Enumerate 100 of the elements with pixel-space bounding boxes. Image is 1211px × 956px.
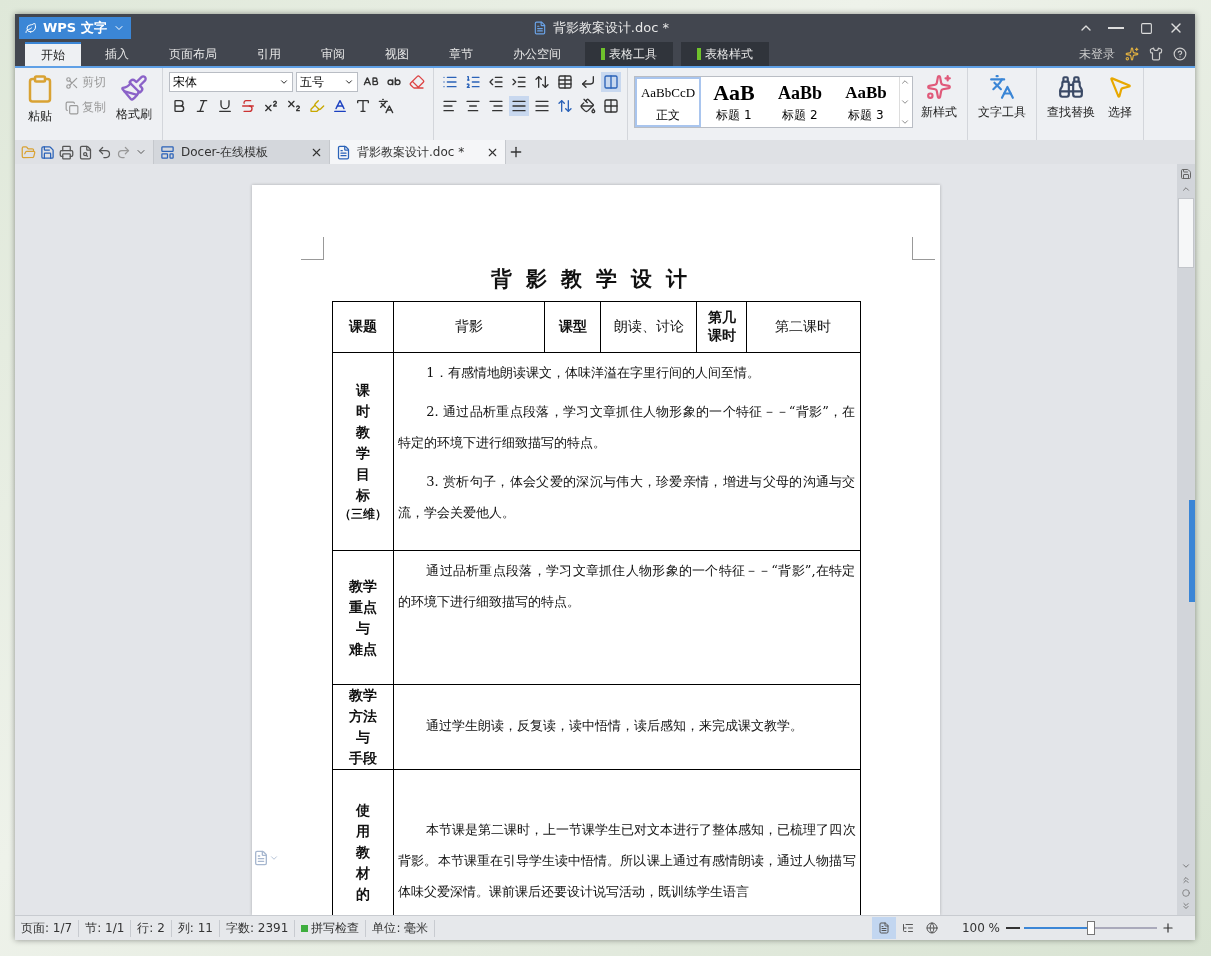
select-button[interactable]: 选择 bbox=[1103, 72, 1137, 123]
table-icon bbox=[557, 74, 573, 90]
align-right-icon bbox=[488, 98, 504, 114]
italic-icon bbox=[194, 98, 210, 114]
template-icon bbox=[160, 144, 175, 160]
style-preset[interactable]: AaBbCcD 正文 bbox=[635, 77, 701, 127]
find-replace-button[interactable]: 查找替换 bbox=[1043, 72, 1099, 123]
menu-tab[interactable]: 表格工具 bbox=[585, 42, 673, 66]
menu-tab[interactable]: 办公空间 bbox=[497, 42, 577, 66]
subscript-icon bbox=[286, 98, 302, 114]
font-name-field[interactable]: 宋体 bbox=[169, 72, 293, 92]
open-icon bbox=[21, 144, 36, 160]
numbered-list-icon bbox=[465, 74, 481, 90]
borders-icon[interactable] bbox=[601, 96, 621, 116]
format-painter-button[interactable]: 格式刷 bbox=[112, 72, 156, 125]
table-cell: 通过学生朗读，反复读，读中悟情，读后感知，来完成课文教学。 bbox=[393, 684, 860, 770]
scroll-down-icon bbox=[1181, 861, 1191, 871]
browse-object-icon bbox=[1182, 889, 1190, 897]
copy-icon bbox=[65, 100, 79, 115]
table-cell: 通过品析重点段落，学习文章抓住人物形象的一个特征－－“背影”,在特定的环境下进行细致描写的特点。 bbox=[393, 550, 860, 685]
zoom-slider-thumb[interactable] bbox=[1086, 921, 1095, 935]
globe-icon bbox=[925, 921, 938, 935]
maximize-icon bbox=[1139, 21, 1153, 35]
margin-corner-mark bbox=[301, 237, 324, 260]
caret-icon bbox=[269, 853, 279, 863]
paintbrush-icon bbox=[120, 74, 148, 102]
scrollbar-thumb[interactable] bbox=[1178, 198, 1194, 268]
align-center-icon bbox=[465, 98, 481, 114]
align-left-icon bbox=[442, 98, 458, 114]
table-header-cell: 第几课时 bbox=[696, 301, 747, 353]
paste-button[interactable]: 粘贴 bbox=[21, 72, 59, 127]
menu-tab[interactable]: 页面布局 bbox=[153, 42, 233, 66]
menu-tab[interactable]: 引用 bbox=[241, 42, 297, 66]
menu-tab[interactable]: 视图 bbox=[369, 42, 425, 66]
document-icon bbox=[336, 144, 351, 160]
outline-icon bbox=[901, 921, 914, 935]
font-color-icon bbox=[332, 98, 348, 114]
menu-tab[interactable]: 表格样式 bbox=[681, 42, 769, 66]
unit-text: 单位: 毫米 bbox=[366, 919, 436, 937]
help-icon bbox=[1173, 47, 1187, 61]
table-header-cell: 课题 bbox=[332, 301, 394, 353]
highlighter-icon bbox=[309, 98, 325, 114]
text-tools-button[interactable]: 文字工具 bbox=[974, 72, 1030, 123]
previous-page-icon bbox=[1181, 875, 1191, 885]
menu-tab[interactable]: 插入 bbox=[89, 42, 145, 66]
menu-tab[interactable]: 审阅 bbox=[305, 42, 361, 66]
table-cell: 1．有感情地朗读课文，体味洋溢在字里行间的人间至情。 2. 通过品析重点段落，学习文章抓住人物形象的一个特征－－“背影”，在特定的环境下进行细致描写的特点。 3. 赏析句子，体会父爱的深沉与伟大，珍爱亲情，增进与父母的沟通与交流，学会关爱他人。 bbox=[393, 352, 860, 551]
table-cell: 第二课时 bbox=[746, 301, 860, 353]
table-icon[interactable] bbox=[555, 72, 575, 92]
view-mode-button[interactable] bbox=[871, 917, 896, 939]
next-page-icon bbox=[1181, 901, 1191, 911]
status-text: 行: 2 bbox=[131, 919, 172, 937]
plus-icon bbox=[508, 144, 524, 160]
app-menu-button[interactable]: WPS 文字 bbox=[19, 17, 131, 39]
grid-icon bbox=[603, 98, 619, 114]
underline-icon bbox=[217, 98, 233, 114]
pointer-icon bbox=[1107, 74, 1133, 100]
scissors-icon bbox=[65, 75, 79, 90]
document-tab[interactable]: Docer-在线模板 bbox=[154, 140, 330, 164]
row-label-cell: 教学 重点 与 难点 bbox=[332, 550, 394, 685]
indent-icon bbox=[511, 74, 527, 90]
justify-icon bbox=[511, 98, 527, 114]
justify-icon bbox=[534, 98, 550, 114]
status-text: 列: 11 bbox=[171, 919, 220, 937]
side-panel-toggle[interactable] bbox=[1189, 500, 1195, 602]
print-preview-icon bbox=[78, 144, 93, 160]
window-title: 背影教案设计.doc * bbox=[552, 19, 669, 37]
document-icon bbox=[532, 21, 547, 35]
document-tab[interactable]: 背影教案设计.doc * bbox=[330, 140, 506, 164]
paint-bucket-icon bbox=[580, 98, 596, 114]
bullet-list-icon bbox=[442, 74, 458, 90]
login-status[interactable]: 未登录 bbox=[1079, 45, 1115, 63]
undo-icon bbox=[97, 144, 112, 160]
table-cell: 朗读、讨论 bbox=[600, 301, 697, 353]
document-icon bbox=[253, 850, 269, 866]
shading-icon[interactable] bbox=[578, 96, 598, 116]
font-size-field[interactable]: 五号 bbox=[296, 72, 358, 92]
document-title: 背影教学设计 bbox=[491, 265, 701, 293]
spell-check-toggle[interactable]: 拼写检查 bbox=[295, 919, 367, 937]
binoculars-icon bbox=[1058, 74, 1084, 100]
menu-tab[interactable]: 章节 bbox=[433, 42, 489, 66]
caret-icon bbox=[279, 77, 289, 87]
clear-format-icon[interactable] bbox=[407, 72, 427, 92]
bold-icon bbox=[171, 98, 187, 114]
scroll-up-icon bbox=[1181, 184, 1191, 194]
status-text: 字数: 2391 bbox=[220, 919, 296, 937]
print-icon bbox=[59, 144, 74, 160]
sparkle-icon bbox=[926, 74, 952, 100]
status-text: 节: 1/1 bbox=[79, 919, 132, 937]
row-label-cell: 教学 方法 与 手段 bbox=[332, 684, 394, 770]
translate-icon bbox=[989, 74, 1015, 100]
minus-icon bbox=[1108, 27, 1124, 29]
new-style-button[interactable]: 新样式 bbox=[917, 72, 961, 123]
table-header-cell: 课型 bbox=[544, 301, 601, 353]
justify-icon[interactable] bbox=[509, 96, 529, 116]
margin-corner-mark bbox=[912, 237, 935, 260]
eraser-icon bbox=[409, 74, 425, 90]
menu-tab[interactable]: 开始 bbox=[25, 42, 81, 66]
caret-icon bbox=[344, 77, 354, 87]
chevron-up-icon bbox=[900, 77, 910, 87]
